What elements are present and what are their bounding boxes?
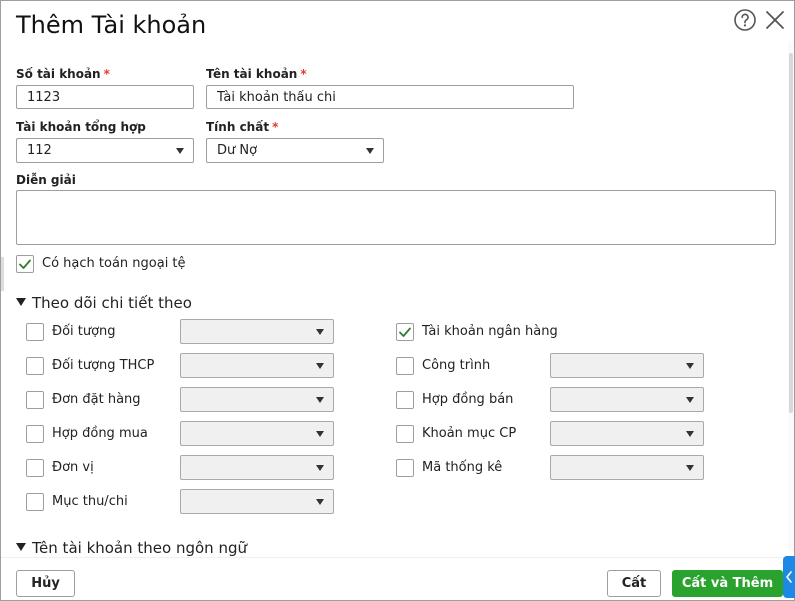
tracking-select-khoan-muc-cp[interactable] (550, 421, 704, 446)
required-mark: * (300, 67, 307, 81)
tracking-checkbox-don-vi[interactable] (26, 459, 44, 477)
tracking-label: Khoản mục CP (422, 426, 517, 441)
required-mark: * (272, 120, 279, 134)
scrollbar-thumb[interactable] (789, 53, 793, 413)
dialog-title: Thêm Tài khoản (16, 11, 207, 39)
tracking-select-ma-thong-ke[interactable] (550, 455, 704, 480)
chevron-down-icon (686, 431, 694, 437)
chevron-down-icon (686, 363, 694, 369)
side-panel-tab[interactable] (783, 556, 795, 598)
chevron-down-icon (176, 148, 184, 154)
nature-label-text: Tính chất (206, 120, 270, 134)
tracking-label: Hợp đồng mua (52, 426, 148, 441)
chevron-left-icon (785, 571, 792, 583)
tracking-checkbox-tai-khoan-ngan-hang[interactable] (396, 323, 414, 341)
chevron-down-icon (366, 148, 374, 154)
tracking-checkbox-khoan-muc-cp[interactable] (396, 425, 414, 443)
tracking-checkbox-ma-thong-ke[interactable] (396, 459, 414, 477)
save-button[interactable]: Cất (607, 570, 661, 597)
parent-account-value: 112 (27, 143, 52, 158)
tracking-select-doi-tuong[interactable] (180, 319, 334, 344)
account-name-label-text: Tên tài khoản (206, 67, 298, 81)
tracking-label: Đối tượng (52, 324, 116, 339)
tracking-label: Đơn đặt hàng (52, 392, 141, 407)
chevron-down-icon (316, 465, 324, 471)
account-number-label-text: Số tài khoản (16, 67, 101, 81)
required-mark: * (103, 67, 110, 81)
chevron-down-icon (316, 499, 324, 505)
help-icon[interactable] (733, 8, 757, 32)
nature-label: Tính chất * (206, 120, 278, 134)
tracking-checkbox-muc-thu-chi[interactable] (26, 493, 44, 511)
tracking-section-toggle[interactable]: Theo dõi chi tiết theo (16, 294, 192, 312)
language-section-toggle[interactable]: Tên tài khoản theo ngôn ngữ (16, 539, 247, 557)
description-label: Diễn giải (16, 173, 76, 187)
language-section-title: Tên tài khoản theo ngôn ngữ (32, 539, 247, 557)
foreign-currency-checkbox[interactable] (16, 255, 34, 273)
tracking-label: Hợp đồng bán (422, 392, 514, 407)
description-textarea[interactable] (16, 190, 776, 245)
chevron-down-icon (316, 431, 324, 437)
account-name-label: Tên tài khoản * (206, 67, 307, 81)
tracking-select-hop-dong-ban[interactable] (550, 387, 704, 412)
close-icon[interactable] (763, 8, 787, 32)
foreign-currency-label: Có hạch toán ngoại tệ (42, 256, 186, 271)
tracking-label: Đơn vị (52, 460, 94, 475)
tracking-checkbox-hop-dong-mua[interactable] (26, 425, 44, 443)
nature-select[interactable]: Dư Nợ (206, 138, 384, 163)
tracking-label: Mục thu/chi (52, 494, 128, 509)
parent-account-select[interactable]: 112 (16, 138, 194, 163)
chevron-down-icon (316, 329, 324, 335)
left-edge-handle (1, 257, 4, 291)
tracking-select-don-dat-hang[interactable] (180, 387, 334, 412)
triangle-down-icon (16, 542, 26, 551)
save-and-add-button[interactable]: Cất và Thêm (672, 570, 783, 597)
triangle-down-icon (16, 297, 26, 306)
tracking-checkbox-doi-tuong-thcp[interactable] (26, 357, 44, 375)
tracking-select-muc-thu-chi[interactable] (180, 489, 334, 514)
dialog-footer: Hủy Cất Cất và Thêm (1, 557, 794, 600)
account-name-input[interactable] (206, 85, 574, 109)
tracking-section-title: Theo dõi chi tiết theo (32, 294, 192, 312)
tracking-checkbox-hop-dong-ban[interactable] (396, 391, 414, 409)
tracking-select-don-vi[interactable] (180, 455, 334, 480)
tracking-label: Đối tượng THCP (52, 358, 155, 373)
add-account-dialog: Thêm Tài khoản Số tài khoản* Tên tài kho… (0, 0, 795, 601)
parent-account-label: Tài khoản tổng hợp (16, 120, 146, 134)
nature-value: Dư Nợ (217, 143, 258, 158)
chevron-down-icon (686, 397, 694, 403)
chevron-down-icon (686, 465, 694, 471)
tracking-checkbox-cong-trinh[interactable] (396, 357, 414, 375)
tracking-label: Tài khoản ngân hàng (422, 324, 558, 339)
tracking-checkbox-don-dat-hang[interactable] (26, 391, 44, 409)
tracking-select-hop-dong-mua[interactable] (180, 421, 334, 446)
tracking-select-doi-tuong-thcp[interactable] (180, 353, 334, 378)
check-icon (399, 327, 411, 337)
tracking-label: Công trình (422, 358, 491, 373)
tracking-label: Mã thống kê (422, 460, 503, 475)
chevron-down-icon (316, 397, 324, 403)
cancel-button[interactable]: Hủy (16, 570, 75, 597)
check-icon (19, 259, 31, 269)
chevron-down-icon (316, 363, 324, 369)
account-number-label: Số tài khoản * (16, 67, 110, 81)
tracking-select-cong-trinh[interactable] (550, 353, 704, 378)
tracking-checkbox-doi-tuong[interactable] (26, 323, 44, 341)
account-number-input[interactable] (16, 85, 194, 109)
